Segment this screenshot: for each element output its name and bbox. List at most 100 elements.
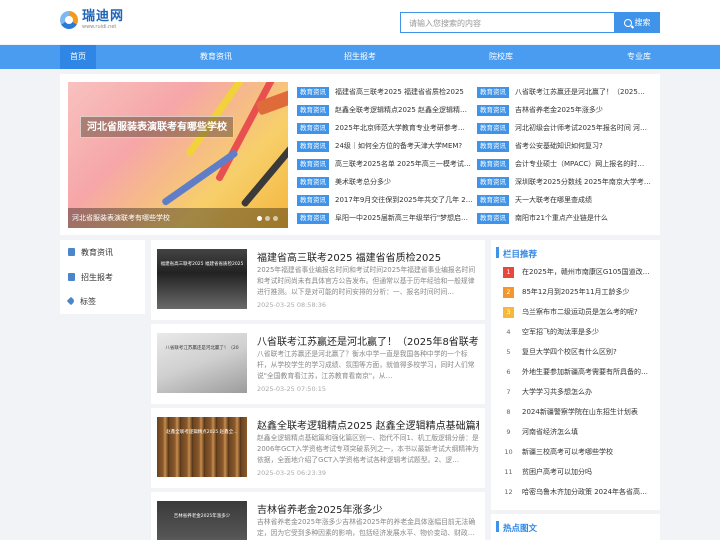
news-title[interactable]: 高三联考2025名单 2025年高三一模考试…	[335, 159, 471, 169]
list-item[interactable]: 教育资讯 24级｜如何全方位的备考天津大学MEM?	[297, 140, 477, 152]
recommend-item[interactable]: 5 复旦大学四个校区有什么区别?	[503, 346, 653, 358]
news-title[interactable]: 八省联考江苏赢还是河北赢了！（2025…	[515, 87, 645, 97]
list-item[interactable]: 教育资讯 深圳联考2025分数线 2025年南京大学考…	[477, 176, 657, 188]
list-item[interactable]: 教育资讯 南阳市21个重点产业链是什么	[477, 212, 657, 224]
recommend-item[interactable]: 6 外地生要参加新疆高考需要有所具备的所有条…	[503, 366, 653, 378]
category-tag[interactable]: 教育资讯	[297, 140, 329, 152]
site-logo[interactable]: 瑞迪网 www.ruidi.net	[60, 10, 124, 30]
article-thumbnail[interactable]: 吉林省养老金2025年涨多少	[157, 501, 247, 540]
article-card[interactable]: 吉林省养老金2025年涨多少 吉林省养老金2025年涨多少 吉林省养老金2025…	[151, 492, 485, 540]
recommend-item[interactable]: 11 贫困户高考可以加分吗	[503, 466, 653, 478]
side-menu-edu-news[interactable]: 教育资讯	[68, 245, 113, 259]
nav-majors[interactable]: 专业库	[624, 45, 654, 69]
list-item[interactable]: 教育资讯 吉林省养老金2025年涨多少	[477, 104, 657, 116]
banner-caption[interactable]: 河北省服装表演联考有哪些学校	[68, 208, 288, 228]
news-title[interactable]: 深圳联考2025分数线 2025年南京大学考…	[515, 177, 651, 187]
recommend-item[interactable]: 9 河南省经济怎么填	[503, 426, 653, 438]
recommend-item-title[interactable]: 85年12月到2025年11月工龄多少	[522, 287, 630, 297]
recommend-item-title[interactable]: 哈密乌鲁木齐加分政策 2024年各省高考…	[522, 487, 653, 497]
news-title[interactable]: 阜阳一中2025届新高三年级举行"梦想启…	[335, 213, 468, 223]
recommend-item[interactable]: 2 85年12月到2025年11月工龄多少	[503, 286, 653, 298]
list-item[interactable]: 教育资讯 高三联考2025名单 2025年高三一模考试…	[297, 158, 477, 170]
recommend-item-title[interactable]: 在2025年，赣州市南康区G105国道改线…	[522, 267, 653, 277]
list-item[interactable]: 教育资讯 阜阳一中2025届新高三年级举行"梦想启…	[297, 212, 477, 224]
category-tag[interactable]: 教育资讯	[297, 122, 329, 134]
search-button[interactable]: 搜索	[614, 12, 660, 33]
category-tag[interactable]: 教育资讯	[297, 194, 329, 206]
slider-dot[interactable]	[273, 216, 278, 221]
article-thumbnail[interactable]: 赵鑫全联考逻辑精点2025 赵鑫全…	[157, 417, 247, 477]
news-title[interactable]: 福建省高三联考2025 福建省省质检2025	[335, 87, 464, 97]
side-menu-tags[interactable]: 标签	[66, 294, 96, 308]
nav-edu-news[interactable]: 教育资讯	[196, 45, 236, 69]
list-item[interactable]: 教育资讯 天一大联考在哪里查成绩	[477, 194, 657, 206]
category-tag[interactable]: 教育资讯	[477, 194, 509, 206]
recommend-item-title[interactable]: 河南省经济怎么填	[522, 427, 578, 437]
news-title[interactable]: 南阳市21个重点产业链是什么	[515, 213, 608, 223]
list-item[interactable]: 教育资讯 会计专业硕士（MPACC）网上报名的时…	[477, 158, 657, 170]
recommend-item-title[interactable]: 大学学习共多想怎么办	[522, 387, 592, 397]
news-title[interactable]: 2017年9月交往保到2025年共交了几年 20…	[335, 195, 477, 205]
slider-dot[interactable]	[257, 216, 262, 221]
nav-colleges[interactable]: 院校库	[486, 45, 516, 69]
recommend-item[interactable]: 3 乌兰察布市二级运动员是怎么考的呢?	[503, 306, 653, 318]
recommend-item-title[interactable]: 2024新疆警察学院在山东招生计划表	[522, 407, 638, 417]
news-title[interactable]: 河北初级会计师考试2025年报名时间 河…	[515, 123, 647, 133]
article-thumbnail[interactable]: 福建省高三联考2025 福建省省质检2025	[157, 249, 247, 309]
recommend-item[interactable]: 12 哈密乌鲁木齐加分政策 2024年各省高考…	[503, 486, 653, 498]
article-title[interactable]: 八省联考江苏赢还是河北赢了！（2025年8省联考是…	[257, 333, 479, 348]
recommend-item-title[interactable]: 新疆三校高考可以考哪些学校	[522, 447, 613, 457]
article-card[interactable]: 赵鑫全联考逻辑精点2025 赵鑫全… 赵鑫全联考逻辑精点2025 赵鑫全逻辑精点…	[151, 408, 485, 488]
news-title[interactable]: 2025年北京师范大学教育专业考研参考…	[335, 123, 465, 133]
list-item[interactable]: 教育资讯 2025年北京师范大学教育专业考研参考…	[297, 122, 477, 134]
news-title[interactable]: 会计专业硕士（MPACC）网上报名的时…	[515, 159, 644, 169]
recommend-item[interactable]: 1 在2025年，赣州市南康区G105国道改线…	[503, 266, 653, 278]
search-input[interactable]: 请输入您搜索的内容	[400, 12, 615, 33]
category-tag[interactable]: 教育资讯	[477, 86, 509, 98]
category-tag[interactable]: 教育资讯	[477, 140, 509, 152]
category-tag[interactable]: 教育资讯	[477, 104, 509, 116]
news-title[interactable]: 赵鑫全联考逻辑精点2025 赵鑫全逻辑精…	[335, 105, 467, 115]
nav-home[interactable]: 首页	[60, 45, 96, 69]
recommend-item-title[interactable]: 外地生要参加新疆高考需要有所具备的所有条…	[522, 367, 653, 377]
side-menu-admission[interactable]: 招生报考	[68, 270, 113, 284]
news-title[interactable]: 省考公安基础知识如何复习?	[515, 141, 603, 151]
list-item[interactable]: 教育资讯 河北初级会计师考试2025年报名时间 河…	[477, 122, 657, 134]
list-item[interactable]: 教育资讯 福建省高三联考2025 福建省省质检2025	[297, 86, 477, 98]
nav-admission[interactable]: 招生报考	[340, 45, 380, 69]
recommend-item[interactable]: 7 大学学习共多想怎么办	[503, 386, 653, 398]
recommend-item[interactable]: 4 空军招飞的淘汰率是多少	[503, 326, 653, 338]
recommend-item-title[interactable]: 贫困户高考可以加分吗	[522, 467, 592, 477]
category-tag[interactable]: 教育资讯	[297, 104, 329, 116]
list-item[interactable]: 教育资讯 省考公安基础知识如何复习?	[477, 140, 657, 152]
slider-dot[interactable]	[265, 216, 270, 221]
list-item[interactable]: 教育资讯 八省联考江苏赢还是河北赢了！（2025…	[477, 86, 657, 98]
category-tag[interactable]: 教育资讯	[297, 86, 329, 98]
category-tag[interactable]: 教育资讯	[477, 176, 509, 188]
article-card[interactable]: 八省联考江苏赢还是河北赢了！（20 八省联考江苏赢还是河北赢了！（2025年8省…	[151, 324, 485, 404]
category-tag[interactable]: 教育资讯	[297, 212, 329, 224]
recommend-item[interactable]: 8 2024新疆警察学院在山东招生计划表	[503, 406, 653, 418]
article-title[interactable]: 赵鑫全联考逻辑精点2025 赵鑫全逻辑精点基础篇和强…	[257, 417, 479, 432]
category-tag[interactable]: 教育资讯	[297, 176, 329, 188]
list-item[interactable]: 教育资讯 赵鑫全联考逻辑精点2025 赵鑫全逻辑精…	[297, 104, 477, 116]
category-tag[interactable]: 教育资讯	[477, 158, 509, 170]
recommend-item-title[interactable]: 乌兰察布市二级运动员是怎么考的呢?	[522, 307, 638, 317]
article-title[interactable]: 福建省高三联考2025 福建省省质检2025	[257, 249, 479, 264]
article-thumbnail[interactable]: 八省联考江苏赢还是河北赢了！（20	[157, 333, 247, 393]
news-title[interactable]: 天一大联考在哪里查成绩	[515, 195, 592, 205]
article-card[interactable]: 福建省高三联考2025 福建省省质检2025 福建省高三联考2025 福建省省质…	[151, 240, 485, 320]
list-item[interactable]: 教育资讯 2017年9月交往保到2025年共交了几年 20…	[297, 194, 477, 206]
news-title[interactable]: 24级｜如何全方位的备考天津大学MEM?	[335, 141, 462, 151]
recommend-item-title[interactable]: 复旦大学四个校区有什么区别?	[522, 347, 617, 357]
recommend-item-title[interactable]: 空军招飞的淘汰率是多少	[522, 327, 599, 337]
banner-slider[interactable]: 河北省服装表演联考有哪些学校 河北省服装表演联考有哪些学校	[68, 82, 288, 228]
category-tag[interactable]: 教育资讯	[477, 212, 509, 224]
category-tag[interactable]: 教育资讯	[477, 122, 509, 134]
list-item[interactable]: 教育资讯 美术联考总分多少	[297, 176, 477, 188]
news-title[interactable]: 吉林省养老金2025年涨多少	[515, 105, 603, 115]
recommend-item[interactable]: 10 新疆三校高考可以考哪些学校	[503, 446, 653, 458]
article-title[interactable]: 吉林省养老金2025年涨多少	[257, 501, 479, 516]
news-title[interactable]: 美术联考总分多少	[335, 177, 391, 187]
category-tag[interactable]: 教育资讯	[297, 158, 329, 170]
